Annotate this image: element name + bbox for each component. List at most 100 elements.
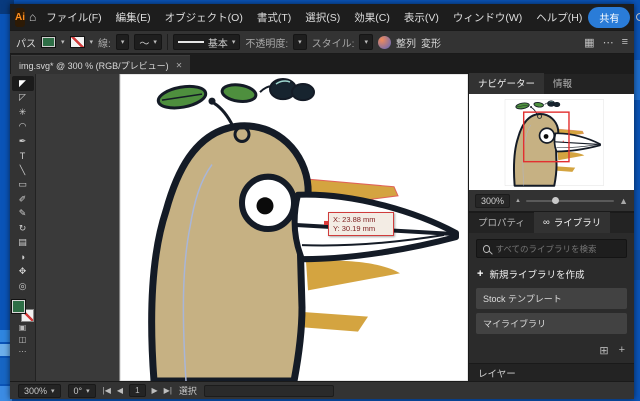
tool-rotate[interactable]: ↻ bbox=[12, 221, 34, 236]
menu-bar: ファイル(F) 編集(E) オブジェクト(O) 書式(T) 選択(S) 効果(C… bbox=[40, 7, 588, 28]
zoom-out-icon[interactable]: ▲ bbox=[515, 198, 521, 204]
recolor-artwork-icon[interactable] bbox=[377, 35, 391, 49]
library-item-stock[interactable]: Stock テンプレート bbox=[476, 288, 627, 309]
more-options-icon[interactable]: ⋯ bbox=[603, 36, 614, 49]
tool-type[interactable]: T bbox=[12, 149, 34, 164]
lasso-tool-icon: ◠ bbox=[18, 121, 27, 132]
library-search[interactable] bbox=[476, 239, 627, 258]
tool-lasso[interactable]: ◠ bbox=[12, 120, 34, 135]
next-artboard-icon[interactable]: ▶ bbox=[152, 386, 158, 395]
illustrator-window: Ai ⌂ ファイル(F) 編集(E) オブジェクト(O) 書式(T) 選択(S)… bbox=[10, 4, 640, 399]
tool-line-segment[interactable]: ╲ bbox=[12, 163, 34, 178]
document-tab-bar: img.svg* @ 300 % (RGB/プレビュー) ✕ bbox=[10, 54, 634, 74]
fill-swatch[interactable] bbox=[10, 298, 26, 314]
fill-color-swatch[interactable] bbox=[41, 36, 56, 48]
tab-properties[interactable]: プロパティ bbox=[469, 212, 534, 233]
tool-hand[interactable]: ✥ bbox=[12, 265, 34, 280]
plus-icon: + bbox=[477, 268, 484, 280]
tool-selection[interactable]: ◤ bbox=[11, 76, 34, 91]
tool-paintbrush[interactable]: ✐ bbox=[12, 192, 34, 207]
cc-libraries-icon: ∞ bbox=[542, 216, 550, 228]
zoom-in-icon[interactable]: ▲ bbox=[619, 196, 628, 206]
align-button[interactable]: 整列 bbox=[396, 35, 416, 50]
measurement-tooltip: X: 23.88 mm Y: 30.19 mm bbox=[328, 212, 394, 236]
home-icon[interactable]: ⌂ bbox=[29, 10, 36, 24]
panel-menu-icon[interactable]: ≡ bbox=[622, 36, 628, 49]
graphic-style-field[interactable]: ▾ bbox=[359, 34, 373, 50]
tab-close-icon[interactable]: ✕ bbox=[176, 61, 183, 70]
add-content-icon[interactable]: + bbox=[619, 344, 625, 357]
layers-panel-tab[interactable]: レイヤー bbox=[469, 363, 634, 381]
tool-magic-wand[interactable]: ✳ bbox=[12, 105, 34, 120]
tooltip-y-value: Y: 30.19 mm bbox=[333, 224, 376, 233]
line-sample-icon bbox=[177, 41, 204, 43]
isolate-icon[interactable]: ▦ bbox=[584, 36, 594, 49]
navigator-zoom-slider[interactable] bbox=[525, 196, 615, 204]
stroke-weight-field[interactable]: ▾ bbox=[115, 34, 130, 50]
library-item-my[interactable]: マイライブラリ bbox=[476, 313, 627, 334]
opacity-label: 不透明度: bbox=[245, 38, 289, 50]
status-detail-strip bbox=[203, 384, 334, 397]
tool-eyedropper[interactable]: ◑ bbox=[12, 250, 34, 265]
transform-button[interactable]: 変形 bbox=[421, 35, 441, 50]
fill-stroke-widget[interactable] bbox=[10, 298, 34, 322]
fill-caret-icon[interactable]: ▾ bbox=[61, 38, 65, 46]
app-logo-icon[interactable]: Ai bbox=[15, 7, 25, 27]
tool-gradient[interactable]: ▤ bbox=[12, 236, 34, 251]
new-library-icon[interactable]: ⊞ bbox=[599, 344, 608, 357]
tool-zoom[interactable]: ◎ bbox=[12, 279, 34, 294]
menu-help[interactable]: ヘルプ(H) bbox=[530, 7, 588, 28]
selection-type-label: パス bbox=[16, 38, 36, 50]
navigator-preview[interactable] bbox=[469, 94, 634, 190]
stroke-color-swatch[interactable] bbox=[69, 36, 85, 48]
artboard-number-field[interactable]: 1 bbox=[129, 384, 146, 397]
tool-rectangle[interactable]: ▭ bbox=[12, 178, 34, 193]
graphic-style-label: スタイル: bbox=[311, 38, 355, 50]
menu-window[interactable]: ウィンドウ(W) bbox=[447, 7, 528, 28]
zoom-level-select[interactable]: 300% ▾ bbox=[18, 383, 61, 398]
document-tab[interactable]: img.svg* @ 300 % (RGB/プレビュー) ✕ bbox=[11, 55, 191, 74]
zoom-tool-icon: ◎ bbox=[18, 280, 27, 291]
tab-libraries[interactable]: ∞ ライブラリ bbox=[533, 212, 611, 233]
edit-toolbar-icon[interactable]: ⋯ bbox=[12, 346, 34, 358]
create-library-button[interactable]: + 新規ライブラリを作成 bbox=[477, 267, 626, 281]
opacity-field[interactable]: ▾ bbox=[293, 34, 307, 50]
tool-pencil[interactable]: ✎ bbox=[12, 207, 34, 222]
libraries-panel: + 新規ライブラリを作成 Stock テンプレート マイライブラリ ⊞ + bbox=[469, 233, 634, 363]
control-bar: パス ▾ ▾ 線: ▾ 〜 ▾ 基本 ▾ 不透明度: ▾ スタイル: ▾ 整列 変形… bbox=[10, 30, 634, 54]
tool-direct-selection[interactable]: ◸ bbox=[12, 91, 34, 106]
first-artboard-icon[interactable]: |◀ bbox=[103, 386, 111, 395]
tab-info[interactable]: 情報 bbox=[544, 73, 581, 94]
navigator-thumbnail bbox=[503, 98, 605, 187]
menu-type[interactable]: 書式(T) bbox=[251, 7, 297, 28]
status-bar: 300% ▾ 0° ▾ |◀ ◀ 1 ▶ ▶| 選択 bbox=[10, 381, 634, 399]
prev-artboard-icon[interactable]: ◀ bbox=[117, 386, 123, 395]
menu-edit[interactable]: 編集(E) bbox=[110, 7, 157, 28]
brush-definition-field[interactable]: 〜 ▾ bbox=[134, 34, 162, 50]
navigator-zoom-field[interactable]: 300% bbox=[475, 193, 511, 208]
titlebar: Ai ⌂ ファイル(F) 編集(E) オブジェクト(O) 書式(T) 選択(S)… bbox=[10, 4, 640, 30]
menu-object[interactable]: オブジェクト(O) bbox=[159, 7, 249, 28]
tool-pen[interactable]: ✒ bbox=[12, 134, 34, 149]
tab-navigator[interactable]: ナビゲーター bbox=[469, 73, 545, 94]
artboard-navigation: |◀ ◀ 1 ▶ ▶| bbox=[103, 384, 172, 397]
menu-file[interactable]: ファイル(F) bbox=[40, 7, 107, 28]
paintbrush-tool-icon: ✐ bbox=[18, 193, 27, 204]
stroke-caret-icon[interactable]: ▾ bbox=[90, 38, 94, 46]
menu-view[interactable]: 表示(V) bbox=[398, 7, 445, 28]
libraries-footer: ⊞ + bbox=[476, 342, 627, 359]
toolbar: ◤ ◸ ✳ ◠ ✒ T ╲ ▭ ✐ ✎ ↻ ▤ ◑ ✥ ◎ ▣ ◫ ⋯ bbox=[10, 74, 36, 381]
menu-effect[interactable]: 効果(C) bbox=[348, 7, 396, 28]
share-button[interactable]: 共有 bbox=[588, 6, 631, 28]
stroke-style-field[interactable]: 基本 ▾ bbox=[172, 34, 241, 50]
type-tool-icon: T bbox=[19, 150, 26, 161]
draw-mode-icon[interactable]: ▣ bbox=[12, 322, 34, 334]
menu-select[interactable]: 選択(S) bbox=[299, 7, 346, 28]
screen-mode-icon[interactable]: ◫ bbox=[12, 334, 34, 346]
search-icon[interactable] bbox=[636, 13, 640, 21]
library-search-input[interactable] bbox=[495, 243, 620, 254]
canvas-area[interactable]: X: 23.88 mm Y: 30.19 mm bbox=[36, 74, 468, 381]
magic-wand-tool-icon: ✳ bbox=[18, 106, 27, 117]
last-artboard-icon[interactable]: ▶| bbox=[164, 386, 172, 395]
rotation-select[interactable]: 0° ▾ bbox=[67, 383, 96, 398]
